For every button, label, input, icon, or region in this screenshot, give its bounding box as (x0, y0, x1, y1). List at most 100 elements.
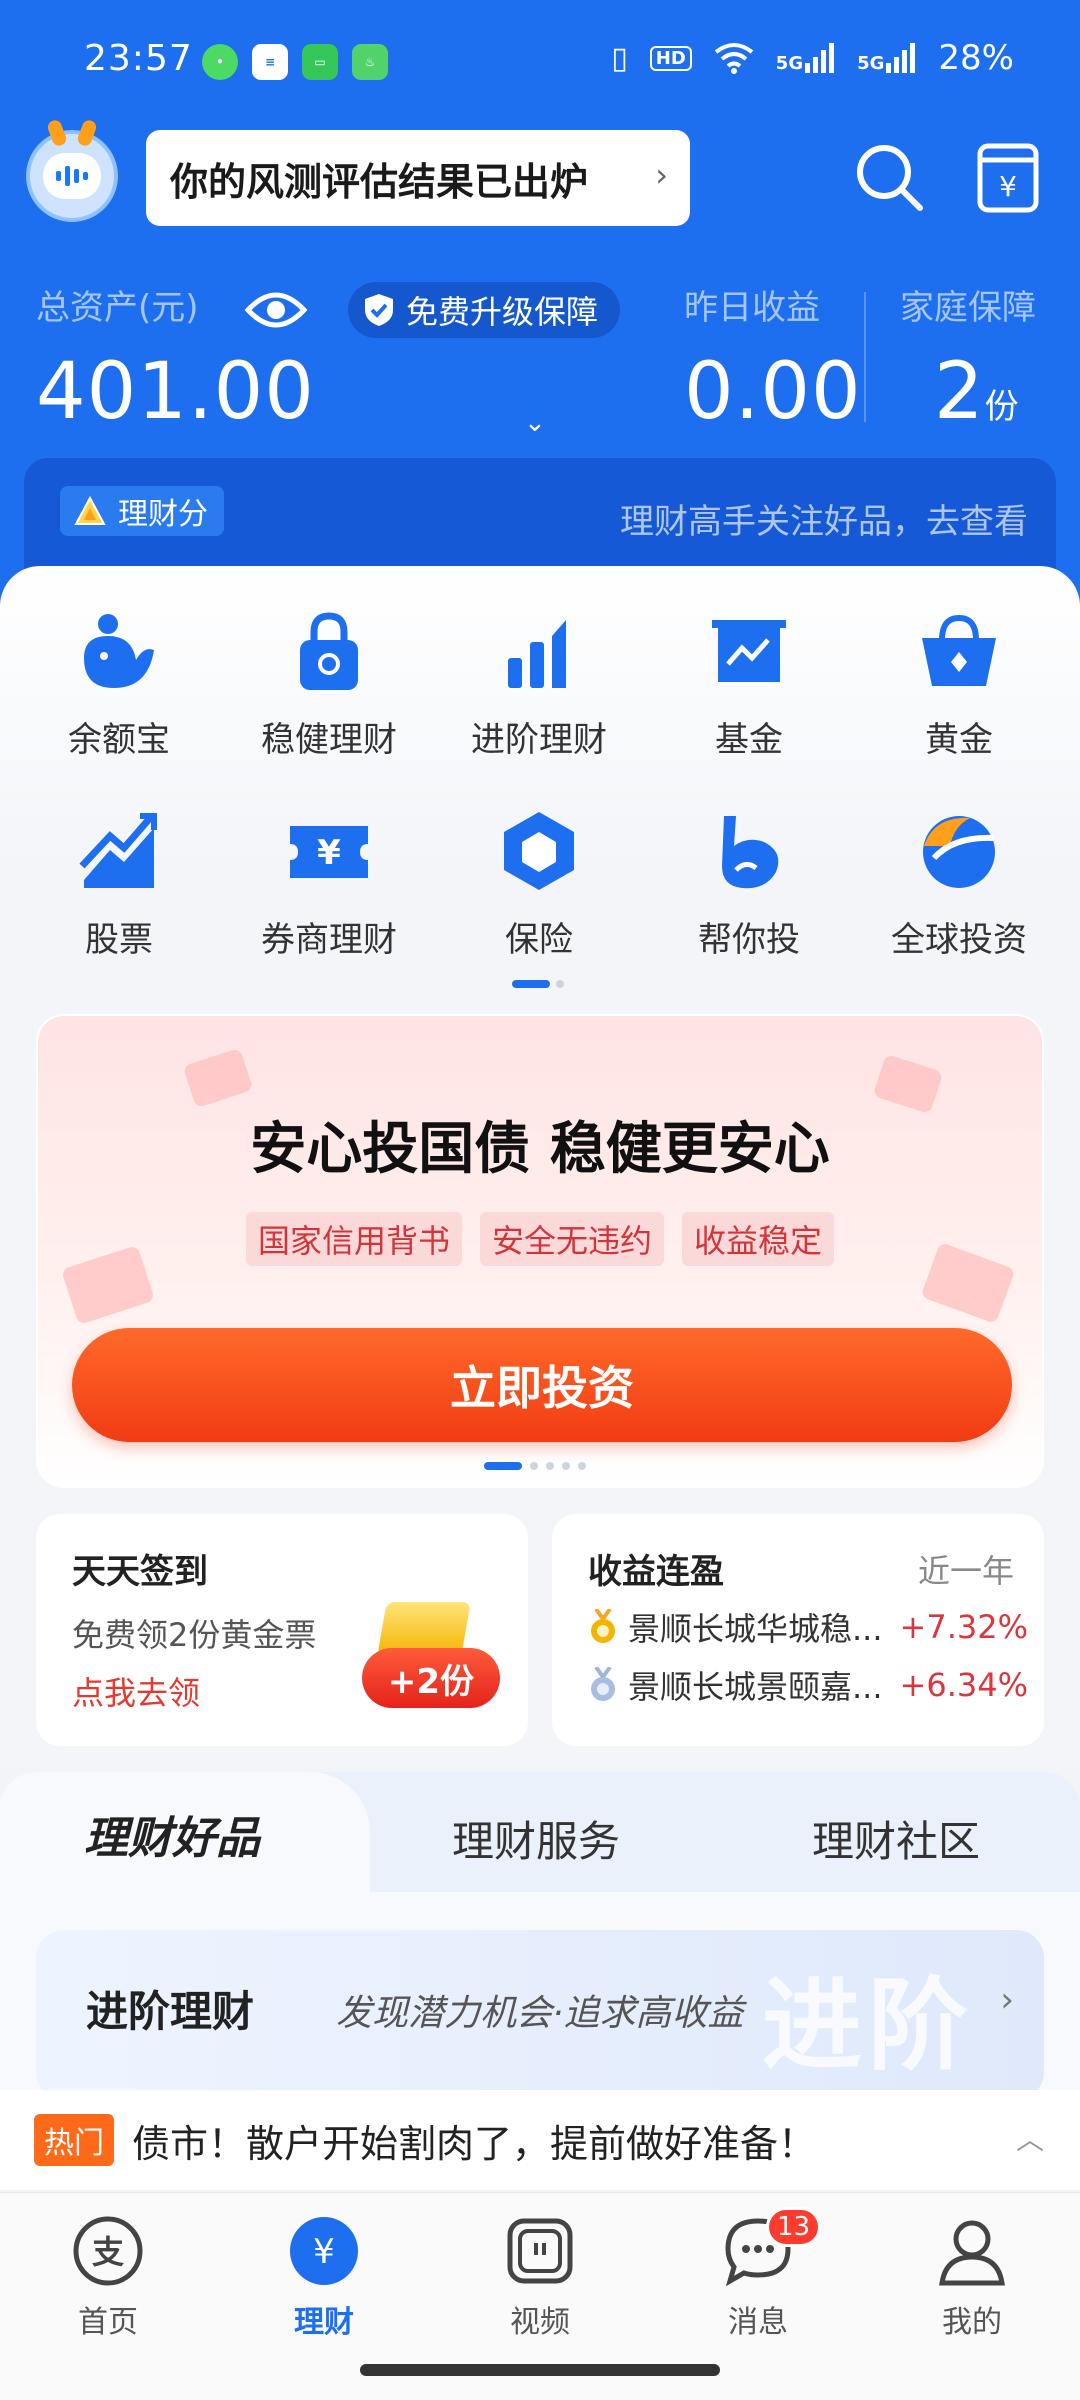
svg-text:¥: ¥ (313, 2232, 335, 2272)
yesterday-value: 0.00 (684, 347, 862, 437)
wifi-icon (714, 43, 754, 74)
shortcut-fund[interactable]: 基金 (644, 606, 854, 761)
chevron-right-icon: › (655, 156, 668, 194)
network-type: 5G (775, 53, 804, 74)
gold-basket-icon (922, 614, 996, 686)
tab-wealth-products[interactable]: 理财好品 (0, 1772, 370, 1892)
upgrade-label: 免费升级保障 (406, 293, 599, 331)
fund-chart-icon (712, 620, 786, 682)
checkin-subtitle: 免费领2份黄金票 (72, 1616, 317, 1654)
checkin-link[interactable]: 点我去领 (72, 1668, 200, 1714)
shortcut-label: 保险 (505, 920, 573, 960)
nav-profile[interactable]: 我的 (902, 2215, 1042, 2341)
page-dot (556, 980, 564, 988)
invest-now-button[interactable]: 立即投资 (72, 1328, 1012, 1442)
tab-wealth-services[interactable]: 理财服务 (452, 1808, 620, 1869)
advanced-wealth-section[interactable]: 进阶 进阶理财 发现潜力机会·追求高收益 › (36, 1930, 1044, 2100)
avatar[interactable] (26, 118, 118, 222)
shortcut-label: 稳健理财 (261, 720, 397, 760)
fund-rate: +6.34% (899, 1666, 1028, 1704)
gold-medal-icon (591, 1609, 615, 1643)
yesterday-label: 昨日收益 (684, 288, 820, 328)
shortcut-label: 股票 (85, 920, 153, 960)
daily-checkin-card[interactable]: 天天签到 免费领2份黄金票 点我去领 +2份 (36, 1514, 528, 1746)
divider (864, 292, 866, 422)
signal-icon: 5G (857, 43, 916, 73)
risk-assessment-notice[interactable]: 你的风测评估结果已出炉 › (146, 130, 690, 226)
app-notification-icon: • (202, 44, 238, 80)
silver-medal-icon (591, 1667, 615, 1701)
shortcut-global-invest[interactable]: 全球投资 (854, 806, 1064, 961)
chevron-up-icon[interactable]: ︿ (1016, 2118, 1044, 2158)
video-icon (507, 2218, 573, 2284)
chat-notification-icon: ▭ (302, 44, 338, 80)
expand-assets-icon[interactable]: ⌄ (524, 408, 546, 438)
section-subtitle: 发现潜力机会·追求高收益 (336, 1993, 744, 2034)
bill-icon[interactable]: ¥ (970, 140, 1046, 216)
shortcut-label: 余额宝 (68, 720, 170, 760)
page-dot (530, 1462, 538, 1470)
shortcut-label: 券商理财 (261, 920, 397, 960)
shortcut-help-invest[interactable]: 帮你投 (644, 806, 854, 961)
home-indicator[interactable] (360, 2364, 720, 2376)
family-value: 2 (934, 347, 985, 437)
nav-label: 消息 (728, 2305, 788, 2340)
battery-percent: 28% (938, 38, 1014, 78)
wealth-score-bar[interactable]: 理财分 理财高手关注好品，去查看 (24, 458, 1056, 578)
shortcut-broker-wealth[interactable]: ¥ 券商理财 (224, 806, 434, 961)
checkin-title: 天天签到 (72, 1552, 208, 1592)
vibrate-icon: ▯ (611, 40, 628, 76)
nav-label: 首页 (78, 2305, 138, 2340)
signal-icon: 5G (776, 43, 835, 73)
hot-news-ticker[interactable]: 热门 债市！散户开始割肉了，提前做好准备！ ︿ (0, 2090, 1080, 2190)
svg-text:¥: ¥ (999, 170, 1017, 203)
app-notification-icon: ♨ (352, 44, 388, 80)
shortcut-advanced-wealth[interactable]: 进阶理财 (434, 606, 644, 761)
hd-icon: HD (649, 45, 692, 71)
nav-video[interactable]: 视频 (470, 2215, 610, 2341)
returns-card[interactable]: 收益连盈 近一年 景顺长城华城稳... +7.32% 景顺长城景颐嘉... +6… (552, 1514, 1044, 1746)
tab-label: 理财好品 (84, 1813, 260, 1864)
page-dot (578, 1462, 586, 1470)
shortcut-insurance[interactable]: 保险 (434, 806, 644, 961)
fund-row[interactable]: 景顺长城景颐嘉... +6.34% (588, 1662, 1028, 1708)
bond-promo-banner[interactable]: 安心投国债 稳健更安心 国家信用背书 安全无违约 收益稳定 立即投资 (36, 1014, 1044, 1488)
score-triangle-icon (74, 496, 106, 525)
shortcut-stock[interactable]: 股票 (14, 806, 224, 961)
total-assets-value: 401.00 (36, 347, 315, 437)
shortcut-steady-wealth[interactable]: 稳健理财 (224, 606, 434, 761)
fund-rate: +7.32% (899, 1608, 1028, 1646)
nav-label: 理财 (294, 2305, 354, 2340)
shield-check-icon (365, 294, 393, 326)
page-dot (562, 1462, 570, 1470)
nav-wealth[interactable]: ¥ 理财 (254, 2215, 394, 2341)
network-type: 5G (857, 53, 885, 74)
status-app-icons: • ≡ ▭ ♨ (202, 44, 388, 80)
hot-tag: 热门 (34, 2114, 114, 2166)
returns-title: 收益连盈 (588, 1552, 724, 1592)
eye-icon[interactable] (244, 286, 308, 334)
robot-face-icon (43, 153, 101, 199)
nav-messages[interactable]: 13 消息 (688, 2207, 828, 2341)
nav-home[interactable]: 支 首页 (38, 2215, 178, 2341)
decor-envelope (182, 1047, 254, 1109)
svg-text:¥: ¥ (317, 833, 341, 873)
free-upgrade-protection-button[interactable]: 免费升级保障 (348, 282, 621, 338)
shortcut-label: 黄金 (925, 720, 993, 760)
search-icon[interactable] (852, 140, 928, 216)
shortcut-gold[interactable]: 黄金 (854, 606, 1064, 761)
section-title: 进阶理财 (86, 1987, 255, 2036)
shortcut-yuebao[interactable]: 余额宝 (14, 606, 224, 761)
globe-icon (923, 816, 995, 888)
family-protection[interactable]: 家庭保障 2份 (900, 280, 1036, 437)
promo-tag: 安全无违约 (479, 1212, 664, 1266)
page-dot-active (484, 1462, 522, 1470)
promo-tag: 国家信用背书 (245, 1212, 462, 1266)
yuebao-icon (84, 614, 154, 688)
fund-row[interactable]: 景顺长城华城稳... +7.32% (588, 1604, 1028, 1650)
help-invest-icon (722, 816, 779, 889)
banner-page-indicator (484, 1462, 586, 1470)
yesterday-earnings[interactable]: 昨日收益 0.00 (684, 280, 862, 437)
tab-wealth-community[interactable]: 理财社区 (812, 1808, 980, 1869)
shortcut-label: 进阶理财 (471, 720, 607, 760)
